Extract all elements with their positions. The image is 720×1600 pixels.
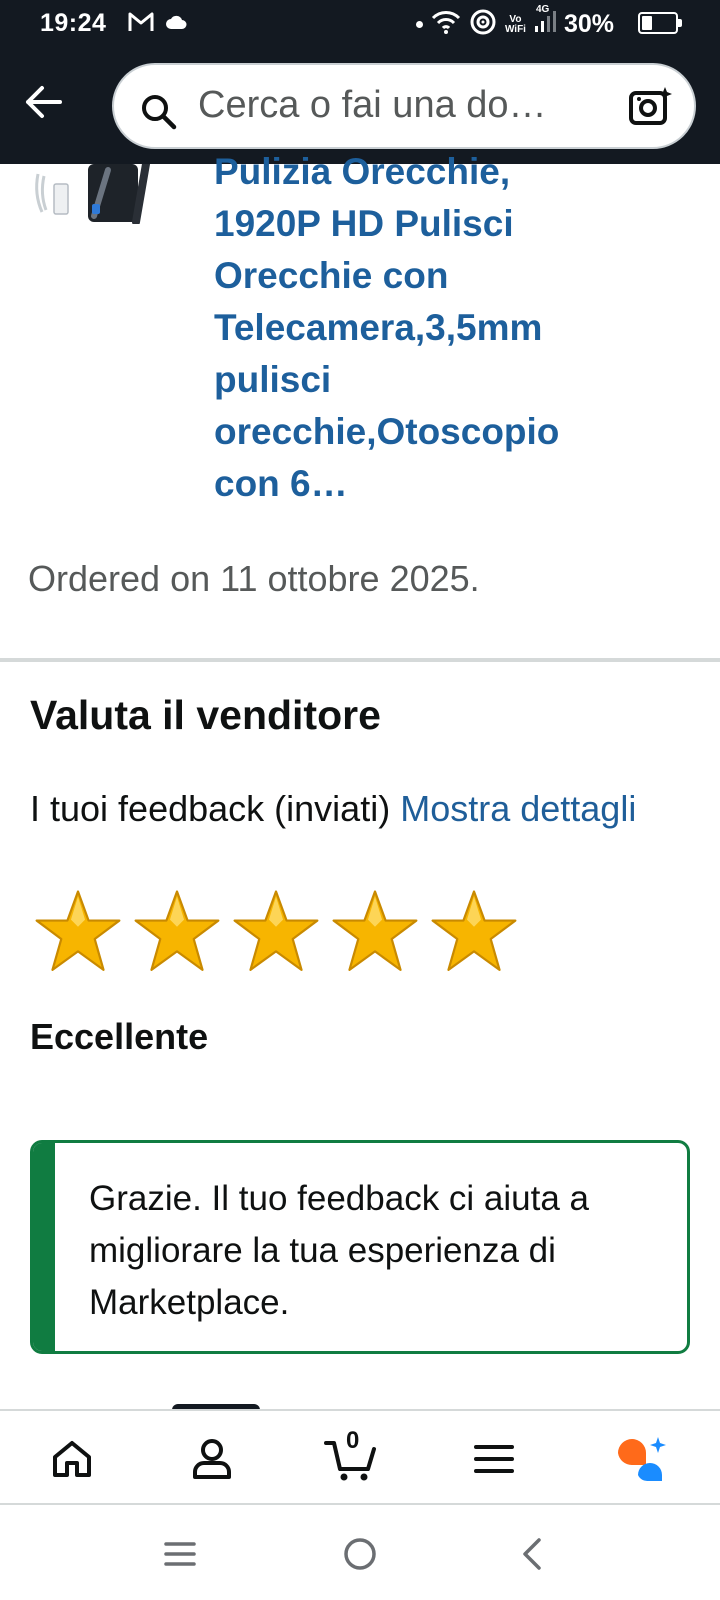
section-title: Valuta il venditore [30,692,381,738]
back-arrow-icon [26,86,62,118]
section-divider [0,658,720,662]
cart-count: 0 [346,1427,360,1454]
alert-message: Grazie. Il tuo feedback ci aiuta a migli… [89,1179,589,1322]
cart-icon[interactable]: 0 [322,1427,382,1487]
star-filled-icon [233,890,319,971]
signal-icon: 4G [534,4,556,38]
status-time: 19:24 [40,9,107,37]
back-chevron-icon[interactable] [507,1529,557,1579]
hotspot-icon [469,8,497,41]
status-icons: Vo WiFi 4G 30% [415,4,670,41]
star-filled-icon [134,890,220,971]
star-filled-icon [431,890,517,971]
product-image[interactable] [28,164,168,224]
home-icon[interactable] [42,1431,102,1487]
menu-icon[interactable] [464,1431,524,1487]
order-date: Ordered on 11 ottobre 2025. [28,558,480,599]
battery-percent: 30% [563,10,614,38]
rating-label: Eccellente [30,1016,209,1057]
wifi-icon [431,9,461,40]
battery-fill [642,16,652,30]
alert-accent-bar [33,1143,55,1351]
product-title-link[interactable]: Pulizia Orecchie, 1920P HD Pulisci Orecc… [214,146,594,510]
success-alert: Grazie. Il tuo feedback ci aiuta a migli… [30,1140,690,1354]
camera-search-icon[interactable] [628,85,672,134]
cloud-icon [165,14,187,35]
home-circle-icon[interactable] [335,1529,385,1579]
show-details-link[interactable]: Mostra dettagli [400,788,636,829]
network-type: 4G [535,4,550,15]
rufus-icon[interactable] [612,1431,672,1487]
account-icon[interactable] [182,1431,242,1487]
feedback-status: I tuoi feedback (inviati) Mostra dettagl… [30,784,670,833]
status-bar: 19:24 Vo WiFi 4G 30% [0,0,720,46]
system-nav-bar [0,1505,720,1600]
back-button[interactable] [20,78,68,126]
star-rating [34,888,518,976]
star-filled-icon [332,890,418,971]
recent-apps-icon[interactable] [155,1529,205,1579]
search-input[interactable]: Cerca o fai una do… [198,84,547,127]
bottom-nav: 0 [0,1409,720,1505]
wifi-text: WiFi [504,23,526,35]
vowifi-label: Vo WiFi [504,14,526,35]
notification-dot [415,21,423,28]
star-filled-icon [35,890,121,971]
battery-icon [638,12,682,34]
feedback-text: I tuoi feedback (inviati) [30,788,391,829]
gmail-icon [128,11,154,38]
search-bar[interactable]: Cerca o fai una do… [112,63,696,149]
search-icon [140,93,178,136]
